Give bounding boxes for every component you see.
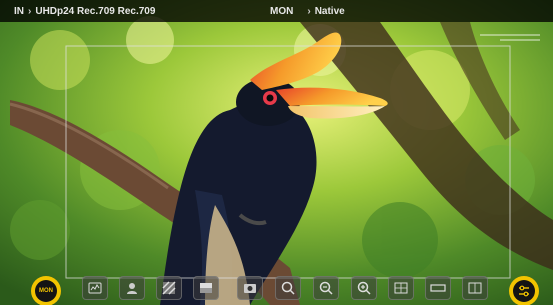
input-info[interactable]: IN › UHDp24 Rec.709 Rec.709 [14,0,155,22]
input-label: IN [14,5,24,17]
input-format: UHDp24 Rec.709 Rec.709 [35,5,156,17]
zoom-out-button[interactable] [313,276,339,300]
chevron-right-icon: › [307,5,311,17]
zoom-icon [281,281,295,295]
waveform-icon [88,282,102,294]
lut-label: Native [314,5,345,17]
sliders-icon [519,285,529,297]
monitor-mode-button[interactable]: MON [31,276,61,305]
false-color-icon [127,283,137,294]
menu-button[interactable] [509,276,539,305]
lut-icon [200,283,212,293]
monitor-screen: IN › UHDp24 Rec.709 Rec.709 MON › Native [0,0,553,305]
status-bar: IN › UHDp24 Rec.709 Rec.709 MON › Native [0,0,553,22]
camera-feed-image [0,0,553,305]
lut-button[interactable] [193,276,219,300]
false-color-button[interactable] [119,276,145,300]
mode-button-label: MON [35,280,57,302]
chevron-right-icon: › [28,5,32,17]
focus-peaking-icon [244,284,256,293]
anamorphic-button[interactable] [425,276,451,300]
tool-bar [0,268,553,305]
mode-label: MON [270,5,294,17]
mode-info[interactable]: MON › Native [270,0,345,22]
frame-guides-button[interactable] [388,276,414,300]
zoom-out-icon [319,281,333,295]
anamorphic-icon [430,284,446,292]
waveform-button[interactable] [82,276,108,300]
zoom-in-icon [357,281,371,295]
safe-area-button[interactable] [462,276,488,300]
zebra-button[interactable] [156,276,182,300]
focus-peaking-button[interactable] [237,276,263,300]
frame-guides-icon [394,282,408,294]
safe-area-icon [468,282,482,294]
zebra-icon [162,281,176,295]
zoom-in-button[interactable] [351,276,377,300]
zoom-button[interactable] [275,276,301,300]
